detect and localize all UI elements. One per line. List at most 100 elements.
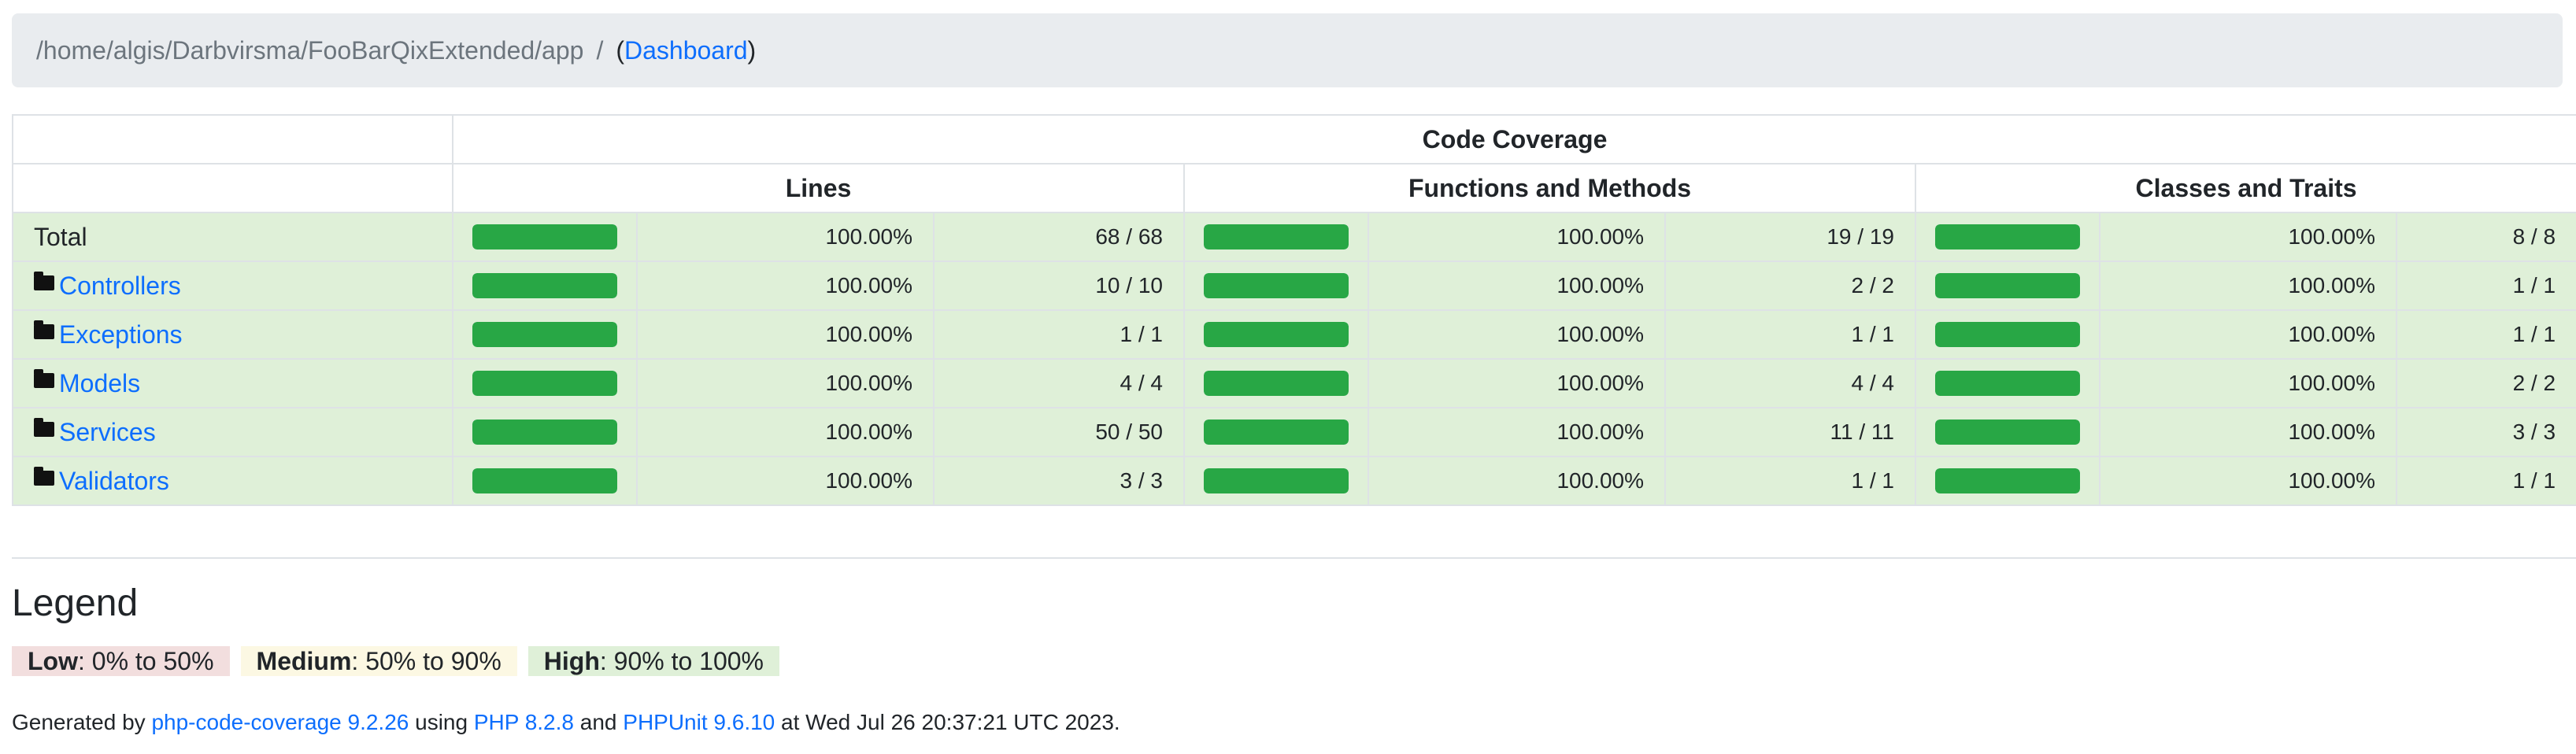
lines-percent: 100.00%: [636, 358, 935, 408]
directory-link-exceptions[interactable]: Exceptions: [59, 320, 183, 349]
coverage-table: Code Coverage Lines Functions and Method…: [12, 114, 2576, 506]
lines-progress-bar: [472, 273, 617, 298]
row-name-total: Total: [34, 222, 87, 251]
directory-link-models[interactable]: Models: [59, 369, 140, 397]
functions-percent: 100.00%: [1368, 212, 1666, 262]
coverage-table-body: Total 100.00% 68 / 68 100.00% 19 / 19 10…: [12, 212, 2576, 506]
folder-icon: [34, 368, 54, 388]
footer-php-link[interactable]: PHP 8.2.8: [474, 710, 574, 734]
functions-bar-cell: [1183, 456, 1369, 506]
classes-progress-fill: [1935, 371, 2080, 396]
classes-count: 2 / 2: [2395, 358, 2576, 408]
classes-progress-fill: [1935, 322, 2080, 347]
classes-bar-cell: [1915, 212, 2100, 262]
lines-header: Lines: [452, 163, 1185, 213]
table-row-models: Models 100.00% 4 / 4 100.00% 4 / 4 100.0…: [12, 358, 2576, 408]
functions-bar-cell: [1183, 358, 1369, 408]
lines-progress-fill: [472, 273, 617, 298]
lines-bar-cell: [452, 309, 638, 360]
legend-low-label: Low: [28, 647, 78, 675]
classes-count: 1 / 1: [2395, 261, 2576, 311]
row-name-cell: Models: [12, 358, 453, 408]
footer-using: using: [409, 710, 474, 734]
functions-count: 4 / 4: [1664, 358, 1916, 408]
functions-bar-cell: [1183, 212, 1369, 262]
lines-progress-bar: [472, 322, 617, 347]
folder-icon: [34, 320, 54, 339]
functions-percent: 100.00%: [1368, 407, 1666, 457]
classes-count: 3 / 3: [2395, 407, 2576, 457]
lines-progress-bar: [472, 468, 617, 493]
lines-count: 68 / 68: [933, 212, 1185, 262]
lines-progress-fill: [472, 468, 617, 493]
legend-medium-label: Medium: [256, 647, 352, 675]
lines-progress-fill: [472, 224, 617, 249]
functions-progress-fill: [1204, 273, 1349, 298]
functions-bar-cell: [1183, 309, 1369, 360]
functions-progress-fill: [1204, 371, 1349, 396]
classes-percent: 100.00%: [2099, 261, 2397, 311]
classes-bar-cell: [1915, 309, 2100, 360]
classes-bar-cell: [1915, 456, 2100, 506]
lines-percent: 100.00%: [636, 261, 935, 311]
functions-count: 2 / 2: [1664, 261, 1916, 311]
row-name-cell: Exceptions: [12, 309, 453, 360]
functions-progress-fill: [1204, 420, 1349, 445]
functions-bar-cell: [1183, 261, 1369, 311]
classes-progress-bar: [1935, 273, 2080, 298]
directory-link-validators[interactable]: Validators: [59, 467, 169, 495]
row-name-cell: Validators: [12, 456, 453, 506]
breadcrumb-separator: /: [596, 35, 604, 65]
legend-high-range: : 90% to 100%: [599, 647, 764, 675]
functions-progress-bar: [1204, 468, 1349, 493]
classes-percent: 100.00%: [2099, 358, 2397, 408]
functions-progress-bar: [1204, 224, 1349, 249]
classes-header: Classes and Traits: [1914, 163, 2576, 213]
classes-percent: 100.00%: [2099, 212, 2397, 262]
classes-progress-fill: [1935, 420, 2080, 445]
directory-link-services[interactable]: Services: [59, 418, 156, 446]
classes-progress-fill: [1935, 273, 2080, 298]
functions-count: 19 / 19: [1664, 212, 1916, 262]
footer: Generated by php-code-coverage 9.2.26 us…: [12, 710, 1120, 735]
classes-percent: 100.00%: [2099, 309, 2397, 360]
legend-high-label: High: [543, 647, 600, 675]
legend-high: High: 90% to 100%: [527, 646, 779, 676]
lines-progress-fill: [472, 322, 617, 347]
classes-progress-bar: [1935, 371, 2080, 396]
functions-percent: 100.00%: [1368, 456, 1666, 506]
lines-bar-cell: [452, 358, 638, 408]
lines-progress-fill: [472, 420, 617, 445]
lines-count: 10 / 10: [933, 261, 1185, 311]
lines-progress-bar: [472, 420, 617, 445]
footer-phpunit-link[interactable]: PHPUnit 9.6.10: [623, 710, 775, 734]
breadcrumb-dashboard-link[interactable]: Dashboard: [624, 36, 748, 65]
lines-percent: 100.00%: [636, 309, 935, 360]
lines-bar-cell: [452, 456, 638, 506]
row-name-cell: Controllers: [12, 261, 453, 311]
lines-percent: 100.00%: [636, 212, 935, 262]
functions-progress-bar: [1204, 371, 1349, 396]
functions-progress-fill: [1204, 224, 1349, 249]
folder-icon: [34, 417, 54, 437]
legend-low-range: : 0% to 50%: [77, 647, 214, 675]
table-row-validators: Validators 100.00% 3 / 3 100.00% 1 / 1 1…: [12, 456, 2576, 506]
breadcrumb-open-paren: (: [616, 35, 624, 65]
table-row-exceptions: Exceptions 100.00% 1 / 1 100.00% 1 / 1 1…: [12, 309, 2576, 360]
table-row-total: Total 100.00% 68 / 68 100.00% 19 / 19 10…: [12, 212, 2576, 262]
lines-bar-cell: [452, 212, 638, 262]
classes-progress-bar: [1935, 468, 2080, 493]
directory-link-controllers[interactable]: Controllers: [59, 272, 181, 300]
functions-percent: 100.00%: [1368, 358, 1666, 408]
footer-suffix: at Wed Jul 26 20:37:21 UTC 2023.: [775, 710, 1120, 734]
table-row-controllers: Controllers 100.00% 10 / 10 100.00% 2 / …: [12, 261, 2576, 311]
lines-progress-fill: [472, 371, 617, 396]
functions-bar-cell: [1183, 407, 1369, 457]
lines-percent: 100.00%: [636, 407, 935, 457]
footer-and: and: [573, 710, 624, 734]
classes-progress-bar: [1935, 420, 2080, 445]
functions-count: 11 / 11: [1664, 407, 1916, 457]
classes-progress-fill: [1935, 224, 2080, 249]
footer-tool-link[interactable]: php-code-coverage 9.2.26: [151, 710, 409, 734]
folder-icon: [34, 271, 54, 290]
